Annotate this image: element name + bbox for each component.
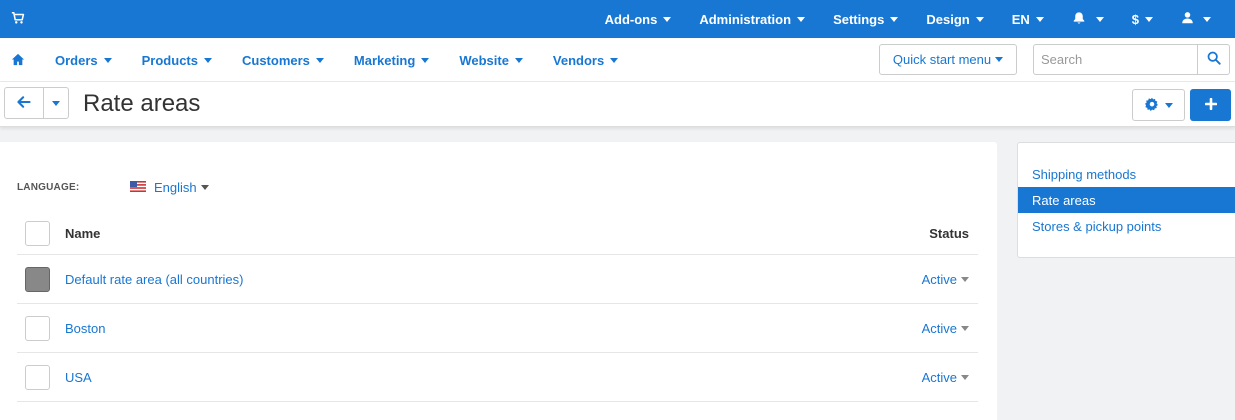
- content-panel: LANGUAGE: English Name Status Default ra…: [0, 142, 997, 420]
- nav-item-marketing[interactable]: Marketing: [339, 53, 444, 68]
- home-icon[interactable]: [11, 53, 25, 67]
- nav-item-products-label: Products: [141, 52, 198, 68]
- gear-icon: [1144, 97, 1159, 114]
- nav-item-website-label: Website: [459, 52, 509, 68]
- sidebar-item-shipping-methods[interactable]: Shipping methods: [1018, 161, 1235, 187]
- chevron-down-icon: [514, 57, 523, 63]
- chevron-down-icon: [663, 16, 672, 22]
- status-label: Active: [921, 370, 957, 385]
- nav-item-customers[interactable]: Customers: [227, 53, 339, 68]
- top-menu-addons[interactable]: Add-ons: [591, 0, 686, 38]
- sidebar-item-stores-pickup-points[interactable]: Stores & pickup points: [1018, 213, 1235, 239]
- top-bar: Add-ons Administration Settings Design E…: [0, 0, 1235, 38]
- column-header-status: Status: [929, 226, 969, 241]
- chevron-down-icon: [315, 57, 324, 63]
- currency-selector-label: $: [1131, 11, 1139, 27]
- language-selector-label: EN: [1011, 11, 1030, 27]
- bell-icon: [1072, 11, 1086, 28]
- column-header-name: Name: [65, 226, 101, 241]
- chevron-down-icon: [1203, 16, 1211, 22]
- chevron-down-icon: [610, 57, 619, 63]
- status-dropdown[interactable]: Active: [922, 321, 969, 336]
- rate-area-name-link[interactable]: Boston: [65, 321, 105, 336]
- chevron-down-icon: [975, 16, 984, 22]
- main-nav: Orders Products Customers Marketing Webs…: [0, 38, 1235, 82]
- plus-icon: [1204, 97, 1217, 113]
- row-checkbox[interactable]: [25, 365, 50, 390]
- cart-icon[interactable]: [11, 11, 27, 27]
- nav-item-products[interactable]: Products: [127, 53, 227, 68]
- quick-start-menu-button[interactable]: Quick start menu: [879, 44, 1017, 75]
- chevron-down-icon: [961, 326, 969, 331]
- table-row: Default rate area (all countries) Active: [17, 255, 978, 304]
- chevron-down-icon: [421, 57, 430, 63]
- top-menu: Add-ons Administration Settings Design E…: [591, 0, 1235, 38]
- us-flag-icon: [130, 180, 146, 192]
- table-row: USA Active: [17, 353, 978, 402]
- select-all-checkbox[interactable]: [25, 221, 50, 246]
- chevron-down-icon: [1095, 16, 1104, 22]
- sidebar: Shipping methods Rate areas Stores & pic…: [1017, 142, 1235, 258]
- nav-item-marketing-label: Marketing: [353, 52, 416, 68]
- top-menu-administration-label: Administration: [699, 11, 792, 27]
- chevron-down-icon: [203, 57, 212, 63]
- nav-item-website[interactable]: Website: [444, 53, 538, 68]
- user-menu[interactable]: [1167, 0, 1235, 38]
- search-button[interactable]: [1197, 44, 1230, 75]
- back-history-dropdown[interactable]: [43, 87, 69, 119]
- back-button[interactable]: [4, 87, 44, 119]
- search-icon: [1207, 51, 1221, 68]
- rate-areas-table: Name Status Default rate area (all count…: [17, 215, 978, 402]
- top-menu-design-label: Design: [926, 11, 970, 27]
- top-menu-administration[interactable]: Administration: [685, 0, 819, 38]
- sidebar-item-rate-areas[interactable]: Rate areas: [1018, 187, 1235, 213]
- arrow-left-icon: [17, 95, 31, 111]
- top-menu-addons-label: Add-ons: [604, 11, 658, 27]
- status-dropdown[interactable]: Active: [922, 272, 969, 287]
- chevron-down-icon: [890, 16, 899, 22]
- content-language-selector[interactable]: English: [154, 180, 209, 195]
- nav-item-customers-label: Customers: [241, 52, 310, 68]
- top-menu-settings[interactable]: Settings: [819, 0, 912, 38]
- language-selector[interactable]: EN: [998, 0, 1058, 38]
- status-label: Active: [921, 321, 957, 336]
- top-menu-design[interactable]: Design: [912, 0, 997, 38]
- rate-area-name-link[interactable]: USA: [65, 370, 92, 385]
- settings-dropdown-button[interactable]: [1132, 89, 1185, 121]
- chevron-down-icon: [103, 57, 112, 63]
- nav-items: Orders Products Customers Marketing Webs…: [40, 38, 633, 82]
- chevron-down-icon: [52, 100, 60, 106]
- rate-area-name-link[interactable]: Default rate area (all countries): [65, 272, 243, 287]
- chevron-down-icon: [200, 185, 209, 190]
- user-icon: [1181, 11, 1194, 27]
- chevron-down-icon: [995, 57, 1004, 62]
- chevron-down-icon: [1145, 16, 1153, 22]
- chevron-down-icon: [1035, 16, 1044, 22]
- top-menu-settings-label: Settings: [833, 11, 885, 27]
- page-header: Rate areas: [0, 82, 1235, 127]
- row-checkbox: [25, 267, 50, 292]
- table-row: Boston Active: [17, 304, 978, 353]
- nav-item-vendors[interactable]: Vendors: [538, 53, 633, 68]
- chevron-down-icon: [797, 16, 806, 22]
- nav-item-orders[interactable]: Orders: [40, 53, 127, 68]
- nav-item-orders-label: Orders: [55, 52, 98, 68]
- chevron-down-icon: [961, 375, 969, 380]
- add-rate-area-button[interactable]: [1190, 89, 1231, 121]
- currency-selector[interactable]: $: [1118, 0, 1167, 38]
- language-label: LANGUAGE:: [17, 182, 80, 193]
- chevron-down-icon: [961, 277, 969, 282]
- notifications-menu[interactable]: [1058, 0, 1118, 38]
- row-checkbox[interactable]: [25, 316, 50, 341]
- page-title: Rate areas: [83, 90, 201, 117]
- search-input[interactable]: [1033, 44, 1198, 75]
- quick-start-menu-label: Quick start menu: [892, 52, 992, 67]
- status-dropdown[interactable]: Active: [922, 370, 969, 385]
- table-header-row: Name Status: [17, 215, 978, 255]
- chevron-down-icon: [1164, 102, 1173, 108]
- status-label: Active: [921, 272, 957, 287]
- nav-item-vendors-label: Vendors: [552, 52, 605, 68]
- content-language-value: English: [154, 180, 197, 195]
